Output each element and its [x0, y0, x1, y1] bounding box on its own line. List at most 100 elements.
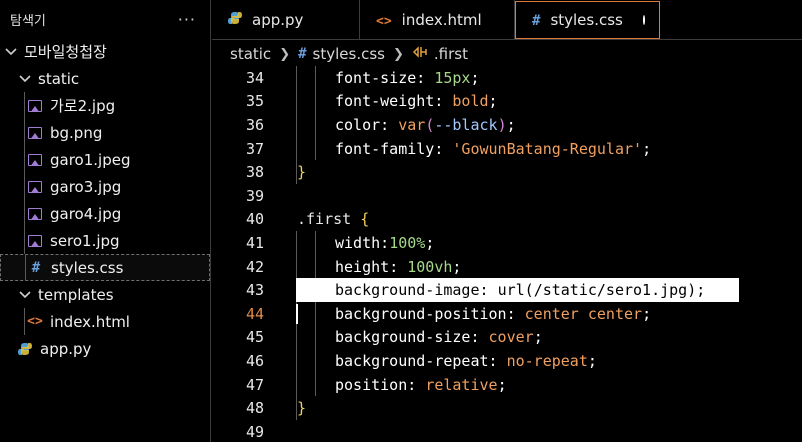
- code-token: background-repeat: [335, 351, 489, 370]
- tree-item[interactable]: garo4.jpg: [0, 200, 210, 227]
- tree-item-label: index.html: [50, 312, 130, 331]
- code-text: font-size: 15px;: [335, 69, 480, 87]
- code-line[interactable]: 46 background-repeat: no-repeat;: [212, 349, 802, 373]
- tree-item[interactable]: 모바일청첩장: [0, 38, 210, 65]
- code-line[interactable]: 36 color: var(--black);: [212, 113, 802, 137]
- line-number: 41: [245, 233, 264, 252]
- indent-guide: [24, 200, 25, 227]
- tree-item[interactable]: 가로2.jpg: [0, 92, 210, 119]
- explorer-sidebar: 탐색기 ··· 모바일청첩장 static 가로2.jpg bg.png garo1.j…: [0, 0, 211, 442]
- tree-item-label: bg.png: [50, 123, 103, 142]
- line-number: 44: [245, 304, 264, 323]
- code-token: ;: [533, 328, 543, 347]
- code-line[interactable]: 45 background-size: cover;: [212, 325, 802, 350]
- indent-guide: [315, 372, 316, 397]
- image-file-icon: [28, 126, 42, 140]
- code-text: background-position: center center;: [335, 305, 651, 323]
- code-token: ;: [587, 351, 597, 370]
- code-line[interactable]: 47 position: relative;: [212, 372, 802, 397]
- code-text: background-image: url(/static/sero1.jpg)…: [335, 281, 705, 299]
- unsaved-dot-icon[interactable]: [642, 15, 645, 25]
- code-token: :: [506, 304, 525, 323]
- code-token: color: [335, 115, 381, 134]
- tree-item-label: templates: [38, 285, 114, 304]
- code-line[interactable]: 43 background-image: url(/static/sero1.jp…: [212, 278, 802, 302]
- code-token: :: [380, 115, 399, 134]
- code-editor[interactable]: 34 font-size: 15px; 35 font-weight: bold; 36…: [212, 66, 802, 442]
- editor-area: app.py <> index.html # styles.css static ❯ #…: [212, 0, 802, 442]
- indent-guide: [315, 254, 316, 279]
- breadcrumb-file[interactable]: styles.css: [313, 45, 385, 63]
- code-line[interactable]: 35 font-weight: bold;: [212, 89, 802, 114]
- code-token: 100vh: [407, 257, 453, 276]
- indent-guide: [296, 231, 297, 255]
- tree-item-label: styles.css: [51, 258, 124, 277]
- code-text: position: relative;: [335, 376, 507, 394]
- code-token: ;: [425, 233, 435, 252]
- code-line[interactable]: 39: [212, 184, 802, 208]
- tree-item[interactable]: garo3.jpg: [0, 173, 210, 200]
- code-token: --black: [434, 115, 498, 134]
- chevron-down-icon[interactable]: [4, 47, 18, 56]
- code-token: /static/sero1.jpg: [533, 281, 688, 300]
- code-token: :: [416, 68, 435, 87]
- indent-guide: [296, 113, 297, 137]
- code-token: :: [434, 92, 453, 111]
- tree-item-label: 모바일청첩장: [24, 43, 107, 61]
- breadcrumb-folder[interactable]: static: [230, 45, 271, 63]
- indent-guide: [296, 349, 297, 373]
- code-token: 100%: [389, 233, 426, 252]
- indent-guide: [296, 372, 297, 397]
- line-number: 45: [245, 328, 264, 347]
- tree-item-label: static: [38, 69, 80, 88]
- code-line[interactable]: 40 .first {: [212, 208, 802, 232]
- code-line[interactable]: 48}: [212, 396, 802, 420]
- breadcrumb-symbol[interactable]: .first: [434, 45, 468, 63]
- tree-item[interactable]: sero1.jpg: [0, 227, 210, 254]
- line-number: 46: [245, 351, 264, 370]
- code-line[interactable]: 38}: [212, 160, 802, 184]
- tree-item[interactable]: <> index.html: [0, 308, 210, 335]
- code-line[interactable]: 34 font-size: 15px;: [212, 66, 802, 90]
- tree-item[interactable]: templates: [0, 281, 210, 308]
- code-token: ): [497, 115, 507, 134]
- code-line[interactable]: 49: [212, 420, 802, 442]
- tree-item[interactable]: app.py: [0, 335, 210, 362]
- code-line[interactable]: 44 background-position: center center;: [212, 301, 802, 326]
- line-number: 38: [245, 163, 264, 182]
- indent-guide: [296, 66, 297, 90]
- code-token: }: [297, 163, 307, 182]
- tree-item[interactable]: bg.png: [0, 119, 210, 146]
- tab-app-py[interactable]: app.py: [212, 0, 360, 40]
- tree-item-label: sero1.jpg: [50, 231, 120, 250]
- tree-item[interactable]: garo1.jpeg: [0, 146, 210, 173]
- more-actions-icon[interactable]: ···: [178, 10, 196, 29]
- tab-label: app.py: [252, 11, 304, 29]
- css-icon: #: [298, 46, 307, 62]
- line-number: 37: [245, 139, 264, 158]
- code-text: height: 100vh;: [335, 258, 461, 276]
- code-token: ;: [497, 375, 507, 394]
- code-token: url: [497, 281, 525, 300]
- indent-guide: [24, 173, 25, 200]
- tree-item-label: 가로2.jpg: [50, 97, 116, 115]
- chevron-down-icon[interactable]: [18, 74, 32, 83]
- code-line[interactable]: 41 width:100%;: [212, 231, 802, 255]
- indent-guide: [296, 89, 297, 114]
- indent-guide: [315, 89, 316, 114]
- code-token: (: [425, 115, 435, 134]
- code-token: ;: [470, 68, 480, 87]
- tree-item[interactable]: static: [0, 65, 210, 92]
- code-line[interactable]: 37 font-family: 'GowunBatang-Regular';: [212, 136, 802, 161]
- tree-item-label: garo4.jpg: [50, 204, 122, 223]
- code-line[interactable]: 42 height: 100vh;: [212, 254, 802, 279]
- explorer-header: 탐색기 ···: [0, 0, 210, 38]
- tab-styles-css[interactable]: # styles.css: [515, 1, 660, 39]
- tab-index-html[interactable]: <> index.html: [360, 0, 515, 40]
- line-number: 34: [245, 68, 264, 87]
- chevron-down-icon[interactable]: [18, 290, 32, 299]
- code-token: position: [335, 375, 408, 394]
- tree-item[interactable]: # styles.css: [0, 254, 210, 281]
- code-text: width:100%;: [335, 234, 434, 252]
- code-token: {: [360, 210, 370, 229]
